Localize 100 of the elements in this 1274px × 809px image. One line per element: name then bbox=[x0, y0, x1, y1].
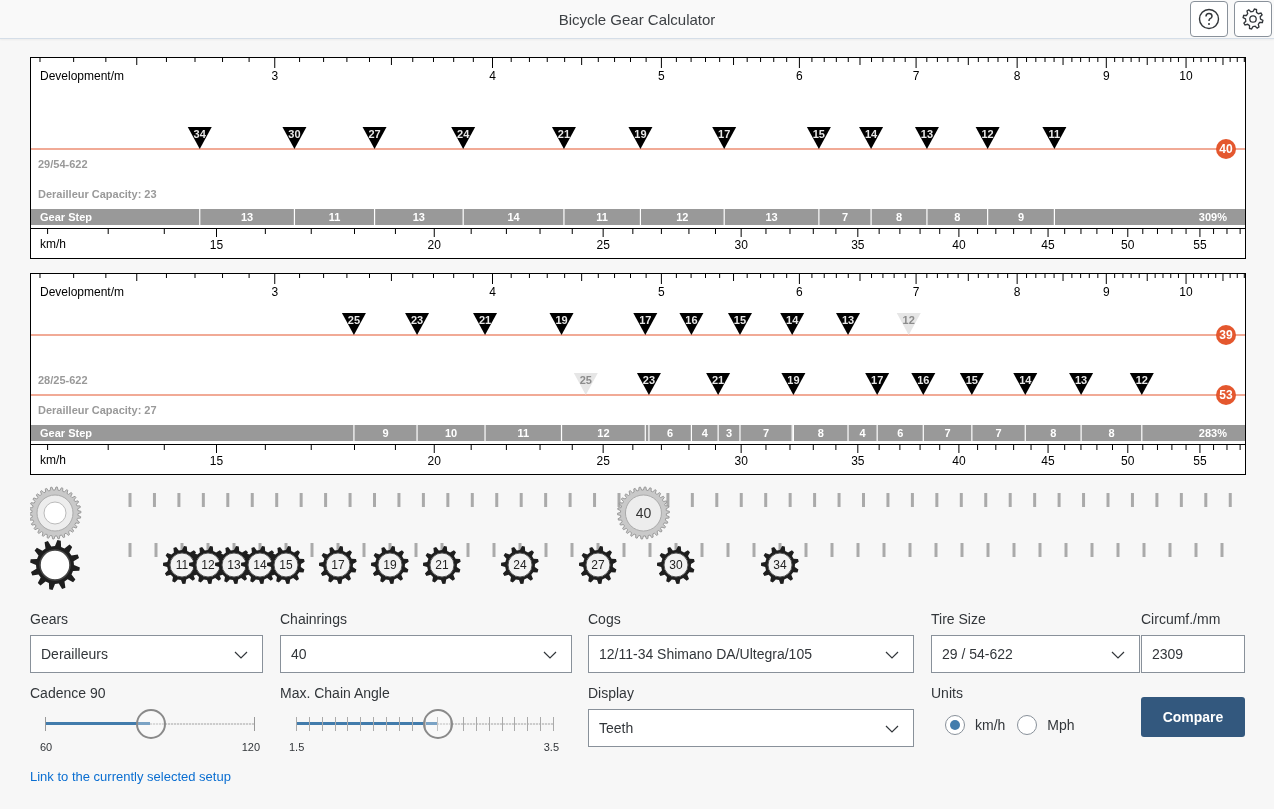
tick-label: 5 bbox=[658, 285, 665, 299]
cog-icon bbox=[30, 540, 80, 590]
slider-thumb[interactable] bbox=[136, 709, 166, 739]
gear-marker: 17 bbox=[633, 313, 658, 335]
chain-angle-slider[interactable] bbox=[296, 709, 553, 739]
gear-marker: 17 bbox=[865, 373, 890, 395]
cog: 34 bbox=[761, 546, 799, 584]
gear-step-value: 309% bbox=[1198, 211, 1227, 223]
gear-marker: 24 bbox=[451, 127, 476, 149]
help-button[interactable] bbox=[1190, 1, 1228, 37]
tick-label: 20 bbox=[427, 454, 441, 468]
gears-select[interactable]: Derailleurs bbox=[30, 635, 263, 673]
cogs-select[interactable]: 12/11-34 Shimano DA/Ultegra/105 bbox=[588, 635, 914, 673]
gear-marker: 15 bbox=[806, 127, 831, 149]
tick-label: 20 bbox=[427, 238, 441, 252]
capacity-label: Derailleur Capacity: 27 bbox=[38, 404, 157, 416]
field-label: Units bbox=[931, 685, 964, 701]
gear-marker: 25 bbox=[573, 373, 598, 395]
chainring-badge: 40 bbox=[1216, 139, 1236, 159]
tick-label: 7 bbox=[912, 285, 920, 299]
slider-min: 1.5 bbox=[289, 741, 305, 753]
slider-min: 60 bbox=[40, 741, 53, 753]
gear-step-value: 7 bbox=[944, 427, 951, 439]
gear-step-value: 13 bbox=[412, 211, 425, 223]
tick-label: 25 bbox=[596, 238, 610, 252]
gear-step-value: 11 bbox=[596, 211, 608, 223]
gear-marker: 23 bbox=[636, 373, 661, 395]
gear-marker: 23 bbox=[405, 313, 430, 335]
gear-step-value: 8 bbox=[1050, 427, 1057, 439]
tick-label: 6 bbox=[796, 69, 803, 83]
tick-label: 30 bbox=[734, 238, 748, 252]
gear-marker: 11 bbox=[1042, 127, 1067, 149]
field-label: Cogs bbox=[588, 611, 622, 627]
capacity-label: Derailleur Capacity: 23 bbox=[38, 188, 157, 200]
tick-label: 7 bbox=[912, 69, 920, 83]
gear-marker: 12 bbox=[975, 127, 1000, 149]
radio-button[interactable] bbox=[1017, 715, 1038, 735]
gear-marker: 21 bbox=[473, 313, 498, 335]
app-title: Bicycle Gear Calculator bbox=[557, 10, 717, 28]
chainring: 40 bbox=[617, 486, 670, 540]
gear-step-value: 3 bbox=[726, 427, 733, 439]
cog: 24 bbox=[501, 546, 539, 584]
slider-thumb[interactable] bbox=[423, 709, 454, 739]
tick-label: 10 bbox=[1179, 285, 1193, 299]
chainrings-select[interactable]: 40 bbox=[280, 635, 572, 673]
gear-step-value: 6 bbox=[667, 427, 674, 439]
tick-label: 40 bbox=[952, 454, 966, 468]
slider-max: 120 bbox=[241, 741, 260, 753]
radio-label: Mph bbox=[1047, 717, 1075, 733]
gear-step-value: 12 bbox=[597, 427, 610, 439]
help-icon bbox=[1198, 8, 1220, 30]
chevron-down-icon bbox=[885, 651, 899, 659]
field-label: Gears bbox=[30, 611, 70, 627]
field-label: Cadence 90 bbox=[30, 685, 107, 701]
setup-link[interactable]: Link to the currently selected setup bbox=[30, 769, 231, 784]
axis-label: km/h bbox=[40, 453, 66, 467]
gear-step-value: 12 bbox=[676, 211, 689, 223]
tick-label: 3 bbox=[271, 285, 279, 299]
gear-step-value: 6 bbox=[897, 427, 904, 439]
settings-button[interactable] bbox=[1234, 1, 1272, 37]
cog: 19 bbox=[371, 546, 409, 584]
gear-marker: 16 bbox=[911, 373, 936, 395]
gear-marker: 15 bbox=[959, 373, 984, 395]
tick-label: 45 bbox=[1041, 454, 1055, 468]
gear-marker: 25 bbox=[341, 313, 366, 335]
chevron-down-icon bbox=[1111, 651, 1125, 659]
field-label: Max. Chain Angle bbox=[280, 685, 391, 701]
gear-marker: 21 bbox=[706, 373, 731, 395]
gear-marker: 12 bbox=[1129, 373, 1154, 395]
tick-label: 15 bbox=[209, 238, 224, 252]
cadence-slider[interactable] bbox=[45, 709, 255, 739]
gear-step-value: 7 bbox=[763, 427, 770, 439]
chevron-down-icon bbox=[885, 725, 899, 733]
tick-label: 9 bbox=[1102, 285, 1110, 299]
tire-size-select[interactable]: 29 / 54-622 bbox=[931, 635, 1140, 673]
gear-marker: 17 bbox=[712, 127, 737, 149]
gear-marker: 14 bbox=[859, 127, 884, 149]
tick-label: 50 bbox=[1121, 454, 1135, 468]
axis-label: km/h bbox=[40, 237, 66, 251]
gear-step-value: 8 bbox=[817, 427, 824, 439]
radio-button[interactable] bbox=[945, 715, 965, 735]
display-select[interactable]: Teeth bbox=[588, 709, 914, 747]
chainring-icon bbox=[30, 486, 82, 540]
tire-label: 29/54-622 bbox=[38, 158, 88, 170]
chevron-down-icon bbox=[234, 651, 248, 659]
tick-label: 35 bbox=[851, 454, 865, 468]
gear-step-label: Gear Step bbox=[40, 211, 92, 223]
tick-label: 55 bbox=[1193, 238, 1207, 252]
gear-marker: 14 bbox=[1013, 373, 1038, 395]
compare-button[interactable]: Compare bbox=[1141, 697, 1245, 737]
gear-marker: 14 bbox=[780, 313, 805, 335]
chainring-badge: 39 bbox=[1216, 325, 1236, 345]
circumference-field[interactable]: 2309 bbox=[1141, 635, 1245, 673]
tick-label: 15 bbox=[209, 454, 224, 468]
gear-step-label: Gear Step bbox=[40, 427, 92, 439]
gear-step-value: 13 bbox=[240, 211, 254, 223]
chevron-down-icon bbox=[543, 651, 557, 659]
tick-label: 5 bbox=[658, 69, 665, 83]
radio-label: km/h bbox=[975, 717, 1006, 733]
gear-marker: 21 bbox=[551, 127, 576, 149]
